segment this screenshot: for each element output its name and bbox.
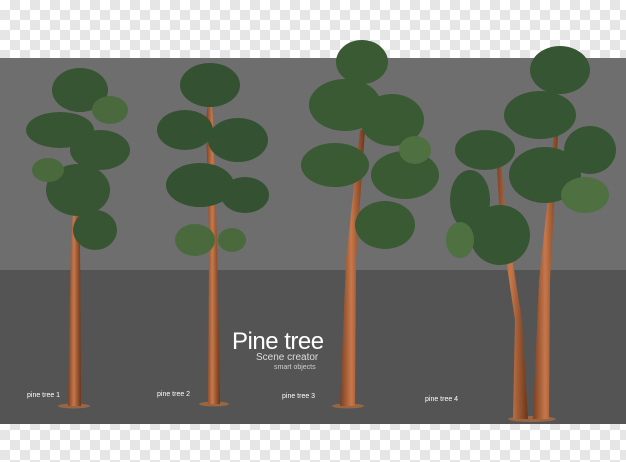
tree-label-1: pine tree 1 bbox=[27, 392, 61, 399]
tree-label-2: pine tree 2 bbox=[157, 391, 191, 398]
title-block: Pine tree Scene creator smart objects bbox=[232, 328, 324, 372]
scene-tagline: smart objects bbox=[274, 364, 316, 371]
scene-title: Pine tree bbox=[232, 328, 324, 355]
tree-label-3: pine tree 3 bbox=[282, 393, 316, 400]
tree-foliage bbox=[446, 46, 616, 265]
tree-label-4: pine tree 4 bbox=[425, 396, 459, 403]
tree-foliage bbox=[301, 40, 439, 249]
tree-foliage bbox=[26, 68, 130, 250]
scene-subtitle: Scene creator bbox=[256, 352, 319, 363]
pine-tree-4 bbox=[446, 46, 616, 422]
pine-tree-1 bbox=[26, 68, 130, 409]
